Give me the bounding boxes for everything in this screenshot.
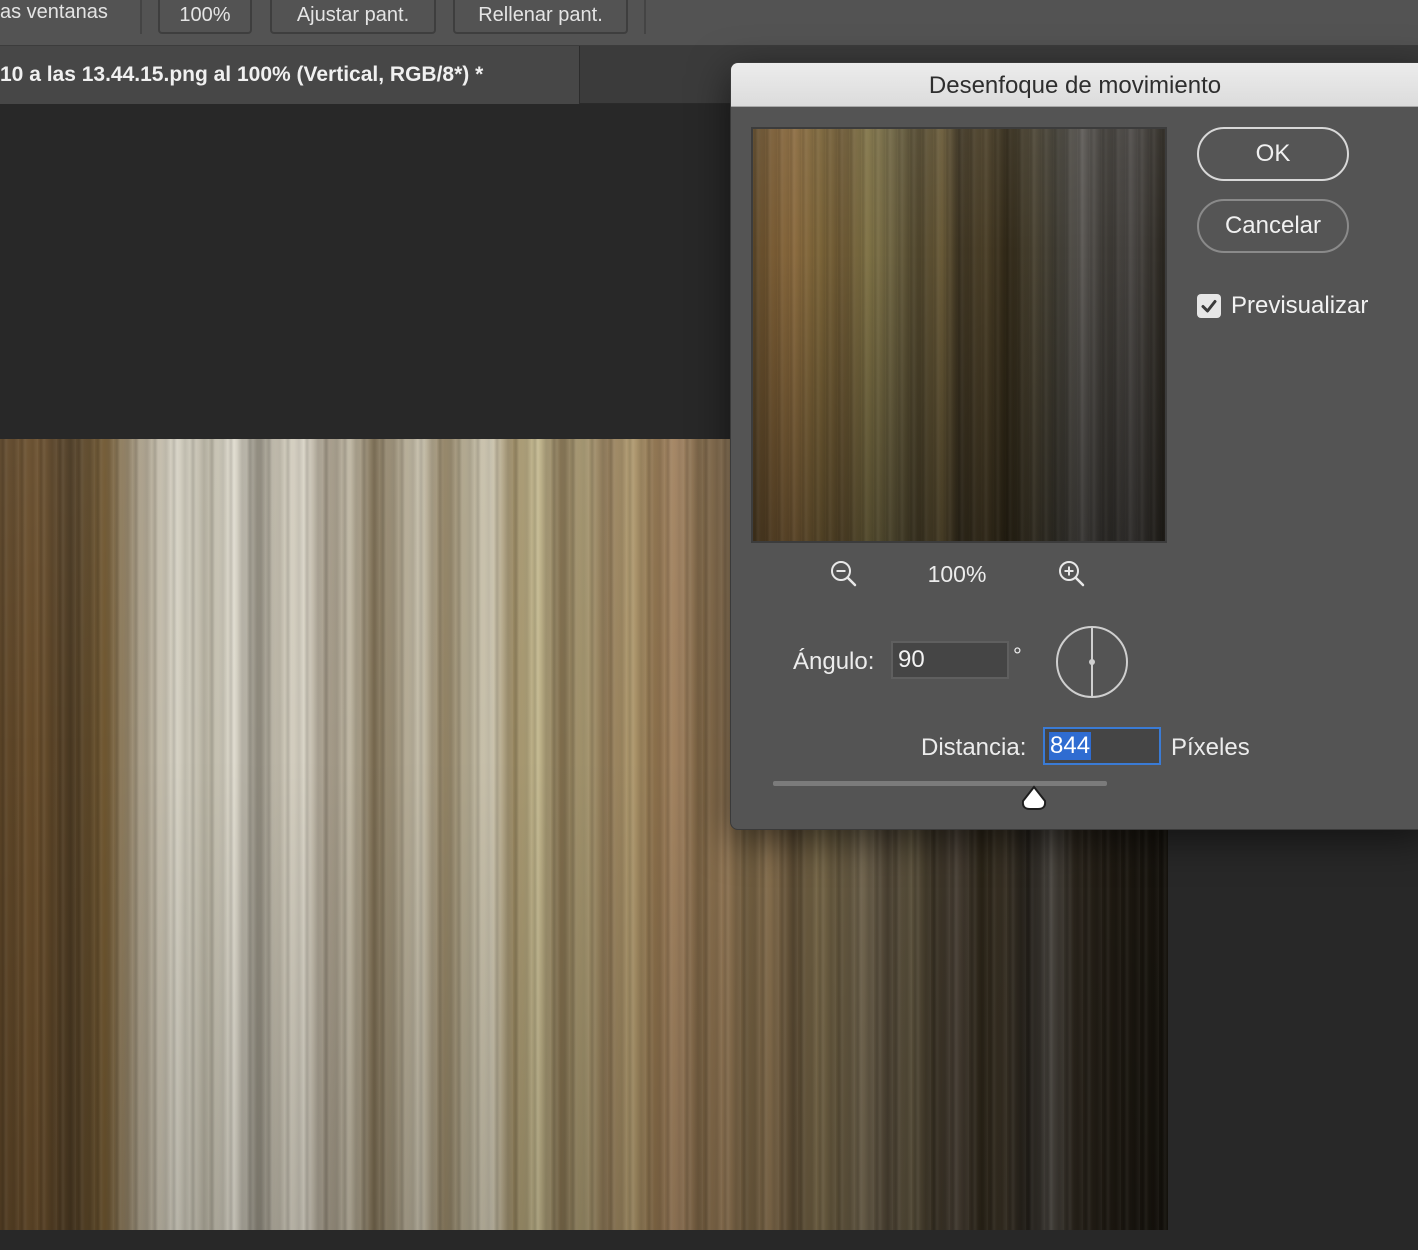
distance-unit: Píxeles	[1171, 734, 1250, 761]
distance-label: Distancia:	[921, 734, 1027, 761]
options-separator	[140, 0, 142, 34]
angle-label: Ángulo:	[793, 648, 875, 675]
degree-unit: °	[1013, 643, 1022, 668]
zoom-level: 100%	[927, 561, 987, 587]
document-tab[interactable]: 10 a las 13.44.15.png al 100% (Vertical,…	[0, 46, 580, 104]
distance-slider-thumb[interactable]	[1020, 785, 1048, 811]
motion-blur-dialog: Desenfoque de movimiento 100% OK Cancela…	[730, 62, 1418, 830]
preview-checkbox[interactable]	[1197, 294, 1221, 318]
fit-screen-button[interactable]: Ajustar pant.	[270, 0, 436, 34]
distance-input[interactable]: 844	[1043, 727, 1161, 765]
filter-preview[interactable]	[751, 127, 1167, 543]
options-bar: as ventanas 100% Ajustar pant. Rellenar …	[0, 0, 1418, 46]
angle-input[interactable]	[891, 641, 1009, 679]
document-tab-title: 10 a las 13.44.15.png al 100% (Vertical,…	[0, 63, 484, 86]
options-separator	[644, 0, 646, 34]
zoom-100-button[interactable]: 100%	[158, 0, 252, 34]
preview-toggle[interactable]: Previsualizar	[1197, 291, 1368, 321]
preview-label: Previsualizar	[1231, 292, 1369, 319]
preview-streaks	[753, 129, 1165, 541]
angle-dial[interactable]	[1055, 625, 1129, 699]
dialog-titlebar[interactable]: Desenfoque de movimiento	[731, 63, 1418, 107]
all-windows-label: as ventanas	[0, 1, 108, 23]
zoom-in-icon[interactable]	[1055, 557, 1089, 591]
cancel-button[interactable]: Cancelar	[1197, 199, 1349, 253]
ok-button[interactable]: OK	[1197, 127, 1349, 181]
fill-screen-button[interactable]: Rellenar pant.	[453, 0, 628, 34]
zoom-out-icon[interactable]	[827, 557, 861, 591]
checkmark-icon	[1201, 300, 1217, 313]
distance-value-selected: 844	[1049, 732, 1092, 760]
distance-slider-track[interactable]	[773, 781, 1107, 786]
dialog-title: Desenfoque de movimiento	[928, 72, 1222, 99]
